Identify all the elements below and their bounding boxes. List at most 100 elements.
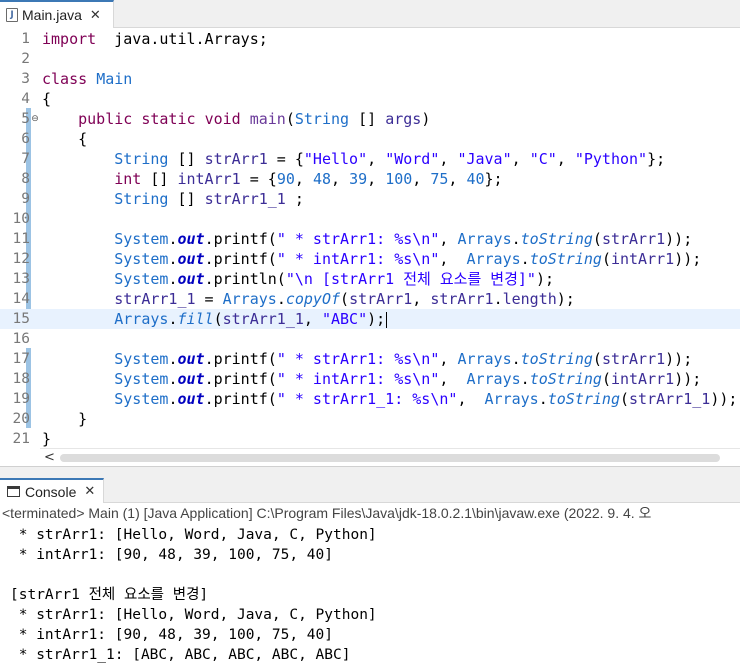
console-line: [strArr1 전체 요소를 변경] xyxy=(10,587,209,603)
code-token: Arrays xyxy=(484,390,539,408)
code-text: { xyxy=(42,89,51,109)
console-tab[interactable]: Console ✕ xyxy=(0,478,104,503)
code-line-1[interactable]: 1 import java.util.Arrays; xyxy=(0,29,740,49)
line-number: 10 xyxy=(12,211,30,227)
code-token: , xyxy=(448,170,467,188)
editor-tab-label: Main.java xyxy=(22,7,82,23)
code-line-11[interactable]: 11 System. out.printf(" * strArr1: %s\n",… xyxy=(0,229,740,249)
code-token: toString xyxy=(520,350,593,368)
code-editor[interactable]: 1 import java.util.Arrays; 2 3 class Main 4{5… xyxy=(0,28,740,448)
code-line-2[interactable]: 2 xyxy=(0,49,740,69)
line-number: 5 xyxy=(21,111,30,127)
code-token: . xyxy=(520,250,530,268)
code-token: "C" xyxy=(529,150,557,168)
line-number: 12 xyxy=(12,251,30,267)
code-token: , xyxy=(367,170,386,188)
code-line-6[interactable]: 6 { xyxy=(0,129,740,149)
code-token: { xyxy=(42,90,52,108)
code-line-7[interactable]: 7 String [] strArr1 = {"Hello", "Word", … xyxy=(0,149,740,169)
code-line-18[interactable]: 18 System. out.printf(" * intArr1: %s\n",… xyxy=(0,369,740,389)
code-line-9[interactable]: 9 String [] strArr1_1 ; xyxy=(0,189,740,209)
code-text: System. out.printf(" * strArr1: %s\n", Ar… xyxy=(42,349,692,369)
code-line-17[interactable]: 17 System. out.printf(" * strArr1: %s\n",… xyxy=(0,349,740,369)
code-line-5[interactable]: 5 ⊖ public static void main(String [] arg… xyxy=(0,109,740,129)
code-text: } xyxy=(42,429,51,448)
console-line: * intArr1: [90, 48, 39, 100, 75, 40] xyxy=(10,627,334,643)
code-line-4[interactable]: 4{ xyxy=(0,89,740,109)
code-token: "\n [strArr1 전체 요소를 변경]" xyxy=(285,270,536,288)
code-text: public static void main(String [] args) xyxy=(42,109,430,129)
editor-tab-main-java[interactable]: J Main.java ✕ xyxy=(0,0,114,28)
line-number: 18 xyxy=(12,371,30,387)
fold-collapse-icon[interactable]: ⊖ xyxy=(30,114,40,124)
code-token: System xyxy=(114,350,169,368)
code-token: "Java" xyxy=(457,150,512,168)
code-line-3[interactable]: 3 class Main xyxy=(0,69,740,89)
code-token: class xyxy=(42,70,88,88)
code-token: 39 xyxy=(349,170,368,188)
code-token: toString xyxy=(529,370,602,388)
code-line-15[interactable]: 15 Arrays.fill(strArr1_1, "ABC"); xyxy=(0,309,740,329)
code-line-8[interactable]: 8 int [] intArr1 = {90, 48, 39, 100, 75,… xyxy=(0,169,740,189)
code-token: )); xyxy=(665,350,693,368)
code-line-14[interactable]: 14 strArr1_1 = Arrays.copyOf(strArr1, st… xyxy=(0,289,740,309)
code-token: Arrays xyxy=(466,370,521,388)
code-token: .printf( xyxy=(204,250,277,268)
code-token: 40 xyxy=(466,170,485,188)
line-number: 6 xyxy=(21,131,30,147)
code-token: .printf( xyxy=(204,390,277,408)
line-number: 2 xyxy=(21,51,30,67)
console-tab-bar: Console ✕ xyxy=(0,478,740,503)
code-token: Arrays xyxy=(457,230,512,248)
code-token: . xyxy=(511,230,521,248)
pane-separator[interactable] xyxy=(0,466,740,478)
scrollbar-thumb[interactable] xyxy=(60,454,720,462)
code-line-13[interactable]: 13 System.out.println("\n [strArr1 전체 요소… xyxy=(0,269,740,289)
code-text: String [] strArr1_1 ; xyxy=(42,189,304,209)
code-token: String xyxy=(114,150,169,168)
horizontal-scrollbar[interactable]: < xyxy=(40,448,740,466)
code-token: }; xyxy=(484,170,503,188)
code-line-19[interactable]: 19 System. out.printf(" * strArr1_1: %s\n… xyxy=(0,389,740,409)
code-token: .printf( xyxy=(204,350,277,368)
code-token: out xyxy=(177,230,205,248)
code-token: " * strArr1: %s\n" xyxy=(276,350,440,368)
line-number: 11 xyxy=(12,231,30,247)
code-token: System xyxy=(114,230,169,248)
code-line-10[interactable]: 10 xyxy=(0,209,740,229)
line-number: 21 xyxy=(12,431,30,447)
code-line-16[interactable]: 16 xyxy=(0,329,740,349)
code-token: " * strArr1_1: %s\n" xyxy=(276,390,458,408)
code-token: intArr1 xyxy=(610,250,675,268)
line-number: 15 xyxy=(12,311,30,327)
code-text: int [] intArr1 = {90, 48, 39, 100, 75, 4… xyxy=(42,169,503,189)
code-token: [] xyxy=(168,150,205,168)
line-number: 9 xyxy=(21,191,30,207)
console-icon xyxy=(7,486,20,497)
close-icon[interactable]: ✕ xyxy=(84,484,95,499)
line-number: 8 xyxy=(21,171,30,187)
code-token: , xyxy=(457,390,485,408)
code-line-20[interactable]: 20 } xyxy=(0,409,740,429)
code-token: System xyxy=(114,370,169,388)
code-line-21[interactable]: 21} xyxy=(0,429,740,448)
code-token: toString xyxy=(520,230,593,248)
close-icon[interactable]: ✕ xyxy=(90,8,101,23)
code-token: args xyxy=(385,110,422,128)
code-token: strArr1 xyxy=(349,290,413,308)
code-token: , xyxy=(511,150,530,168)
code-token: . xyxy=(520,370,530,388)
code-token: }; xyxy=(647,150,666,168)
scroll-left-icon[interactable]: < xyxy=(44,449,55,466)
console-output[interactable]: * strArr1: [Hello, Word, Java, C, Python… xyxy=(0,525,740,672)
code-token: out xyxy=(177,250,205,268)
line-number: 20 xyxy=(12,411,30,427)
code-line-12[interactable]: 12 System. out.printf(" * intArr1: %s\n",… xyxy=(0,249,740,269)
code-text: Arrays.fill(strArr1_1, "ABC"); xyxy=(42,309,388,329)
